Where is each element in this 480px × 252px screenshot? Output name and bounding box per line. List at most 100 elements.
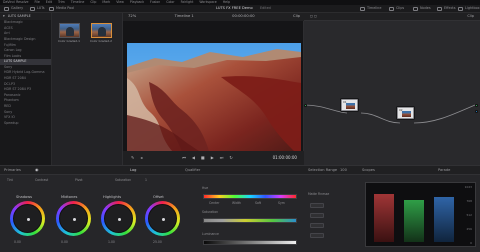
node-preview-1 [346,103,355,109]
scope-value-256: 256 [466,227,472,231]
top-toolbar: Gallery LUTs Media Pool LUTS FX FREE Dem… [0,5,480,13]
toolbar-clips-button[interactable]: Clips [389,6,405,11]
effects-icon [437,7,442,11]
highlights-value: 1.00 [108,240,115,244]
toolbar-timeline-button[interactable]: Timeline [360,6,382,11]
node-editor-title[interactable]: Clip [467,14,474,19]
primaries-label[interactable]: Primaries [4,168,21,173]
qualifier-option-button[interactable] [310,233,324,238]
toolbar-clips-label: Clips [396,6,405,11]
go-end-icon[interactable]: ⏭ [220,156,224,160]
landscape-frame-image [127,43,301,158]
menu-item-fairlight[interactable]: Fairlight [181,0,194,4]
go-start-icon[interactable]: ⏮ [182,156,186,160]
reverse-icon[interactable]: ◀ [192,156,195,160]
menu-item-help[interactable]: Help [223,0,230,4]
selection-range-label[interactable]: Selection Range [308,168,337,173]
lut-browser-title: LUTS SAMPLE [7,13,31,18]
node-tools[interactable]: ◻ ◻ [310,14,317,19]
viewer-panel: 72% Timeline 1 00:00:00:00 Clip ✎ ◂ ⏮ ◀ [122,13,305,165]
menu-item-view[interactable]: View [116,0,124,4]
matte-finesse-label: Matte Finesse [308,192,330,196]
menu-item-trim[interactable]: Trim [58,0,65,4]
midtones-value: 0.00 [61,240,68,244]
menu-item-playback[interactable]: Playback [130,0,144,4]
pencil-icon[interactable]: ✎ [131,156,134,160]
luts-icon [30,7,35,11]
qualifier-label[interactable]: Qualifier [185,168,200,173]
offset-color-wheel[interactable] [145,201,180,236]
menu-item-app[interactable]: DaVinci Resolve [3,0,28,4]
qualifier-option-button[interactable] [310,223,324,228]
viewer-timecode: 00:00:00:00 [232,14,255,19]
qualifier-luminance-label: Luminance [202,232,219,236]
menu-item-fusion[interactable]: Fusion [150,0,160,4]
scopes-label[interactable]: Scopes [362,168,375,173]
loop-icon[interactable]: ↻ [229,156,232,160]
output-alpha-dot[interactable] [475,110,478,113]
saturation-qualifier-bar[interactable] [203,218,297,223]
menu-item-color[interactable]: Color [166,0,174,4]
hue-qualifier-bar[interactable] [203,194,297,199]
qualifier-option-button[interactable] [310,213,324,218]
parade-scope: 1023 768 512 256 0 [365,182,476,247]
playhead-timecode: 01:00:00:00 [272,155,297,160]
zoom-percent[interactable]: 100 [340,168,347,173]
viewer-zoom[interactable]: 72% [128,14,136,19]
input-node-dot[interactable] [304,104,307,107]
clip-thumbnail-1[interactable] [59,23,80,38]
chevron-down-icon[interactable]: ▾ [3,14,5,18]
viewer-header: 72% Timeline 1 00:00:00:00 Clip [123,13,305,21]
audio-icon[interactable]: ◂ [140,156,142,160]
menu-item-mark[interactable]: Mark [102,0,110,4]
clips-icon [389,7,394,11]
media-pool-icon [49,7,54,11]
offset-title: Offset [153,195,164,199]
qualifier-option-button[interactable] [310,203,324,208]
menu-item-clip[interactable]: Clip [90,0,96,4]
video-frame[interactable] [127,43,301,158]
shadows-color-wheel[interactable] [10,201,45,236]
toolbar-lightbox-button[interactable]: Lightbox [458,6,480,11]
luminance-qualifier-bar[interactable] [203,240,297,245]
clip-thumbnail-2[interactable] [91,23,112,38]
color-node-1[interactable]: 01 [341,99,358,111]
transport-controls: ⏮ ◀ ■ ▶ ⏭ ↻ [182,156,233,160]
timeline-selector[interactable]: Timeline 1 [175,14,194,19]
clip-label-2: Color Graded-2 [90,39,112,43]
toolbar-nodes-button[interactable]: Nodes [413,6,431,11]
toolbar-effects-button[interactable]: Effects [437,6,456,11]
stop-icon[interactable]: ■ [201,156,205,160]
clip-selector[interactable]: Clip [293,14,300,19]
parade-label[interactable]: Parade [438,168,450,173]
menu-item-workspace[interactable]: Workspace [199,0,216,4]
highlights-color-wheel[interactable] [101,201,136,236]
toolbar-lightbox-label: Lightbox [465,6,480,11]
node-editor-panel: ◻ ◻ Clip 01 02 [304,13,480,165]
toolbar-gallery-button[interactable]: Gallery [4,6,23,11]
toolbar-media-pool-button[interactable]: Media Pool [49,6,74,11]
scope-value-512: 512 [466,213,472,217]
shadows-title: Shadows [16,195,33,199]
output-node-dot[interactable] [475,104,478,107]
log-label[interactable]: Log [130,168,136,173]
color-wheel-icon[interactable]: ◉ [35,168,39,172]
menu-item-timeline[interactable]: Timeline [71,0,85,4]
qualifier-sym-label: Sym [278,201,285,205]
lut-browser-panel: ▾ LUTS SAMPLE Blackmagic ACES Arri Blackm… [0,13,52,165]
color-node-2[interactable]: 02 [397,107,414,119]
offset-value: 25.00 [153,240,162,244]
lut-folder-item[interactable]: Speedup [0,121,51,127]
midtones-color-wheel[interactable] [56,201,91,236]
menu-item-file[interactable]: File [34,0,39,4]
toolbar-luts-button[interactable]: LUTs [30,6,44,11]
menu-item-edit[interactable]: Edit [46,0,52,4]
toolbar-timeline-label: Timeline [367,6,382,11]
node-connections [304,104,476,124]
play-icon[interactable]: ▶ [211,156,214,160]
contrast-label: Contrast [35,178,49,182]
qualifier-width-label: Width [232,201,241,205]
green-parade-waveform [404,200,424,242]
lightbox-icon [458,7,463,11]
scope-value-0: 0 [470,241,472,245]
